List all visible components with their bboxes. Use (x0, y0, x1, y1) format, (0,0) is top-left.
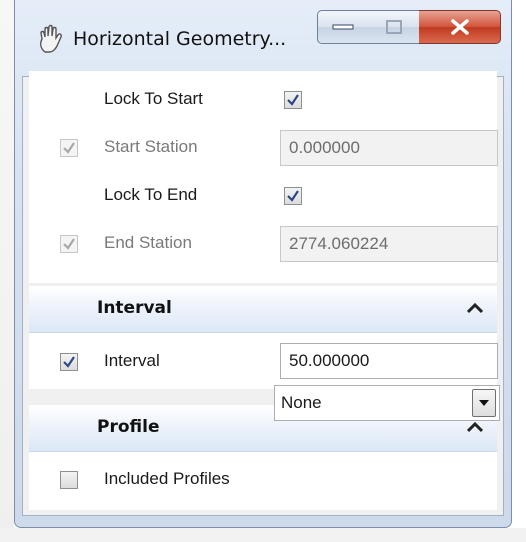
interval-field[interactable]: 50.000000 (280, 343, 498, 379)
dropdown-button[interactable] (472, 389, 496, 417)
end-station-checkbox[interactable] (60, 235, 78, 253)
hand-icon (40, 24, 62, 53)
client-area: Lock To Start Start Station 0.000000 Loc… (22, 71, 504, 516)
lock-to-start-label: Lock To Start (104, 89, 203, 108)
lock-to-start-checkbox[interactable] (284, 91, 302, 109)
chevron-up-icon[interactable] (467, 302, 483, 314)
profile-panel (29, 451, 497, 510)
close-icon (450, 19, 469, 35)
included-profiles-dropdown[interactable]: None (274, 385, 500, 421)
lock-to-end-checkbox[interactable] (284, 187, 302, 205)
end-station-label: End Station (104, 233, 192, 252)
interval-section-title: Interval (97, 298, 172, 318)
check-icon (63, 238, 75, 250)
interval-section-header[interactable]: Interval (29, 286, 497, 332)
chevron-down-icon (479, 400, 489, 406)
background-left (0, 0, 14, 542)
profile-section-title: Profile (97, 417, 160, 437)
minimize-button[interactable] (317, 10, 369, 44)
included-profiles-label: Included Profiles (104, 469, 230, 488)
check-icon (287, 94, 299, 106)
included-profiles-checkbox[interactable] (60, 471, 78, 489)
background-bottom (0, 528, 526, 542)
start-station-label: Start Station (104, 137, 198, 156)
maximize-button[interactable] (368, 10, 420, 44)
start-station-checkbox[interactable] (60, 139, 78, 157)
start-station-field[interactable]: 0.000000 (280, 130, 498, 166)
end-station-field[interactable]: 2774.060224 (280, 226, 498, 262)
included-profiles-value: None (281, 393, 322, 412)
window-title: Horizontal Geometry... (73, 28, 287, 50)
minimize-icon (332, 24, 354, 30)
check-icon (63, 142, 75, 154)
check-icon (63, 356, 75, 368)
title-bar[interactable]: Horizontal Geometry... (15, 0, 511, 76)
interval-label: Interval (104, 351, 160, 370)
interval-checkbox[interactable] (60, 353, 78, 371)
chevron-up-icon[interactable] (467, 421, 483, 433)
horizontal-geometry-window: Horizontal Geometry... Lock To Start Sta… (14, 0, 512, 528)
check-icon (287, 190, 299, 202)
close-button[interactable] (419, 10, 501, 44)
maximize-icon (385, 20, 402, 34)
lock-to-end-label: Lock To End (104, 185, 198, 204)
